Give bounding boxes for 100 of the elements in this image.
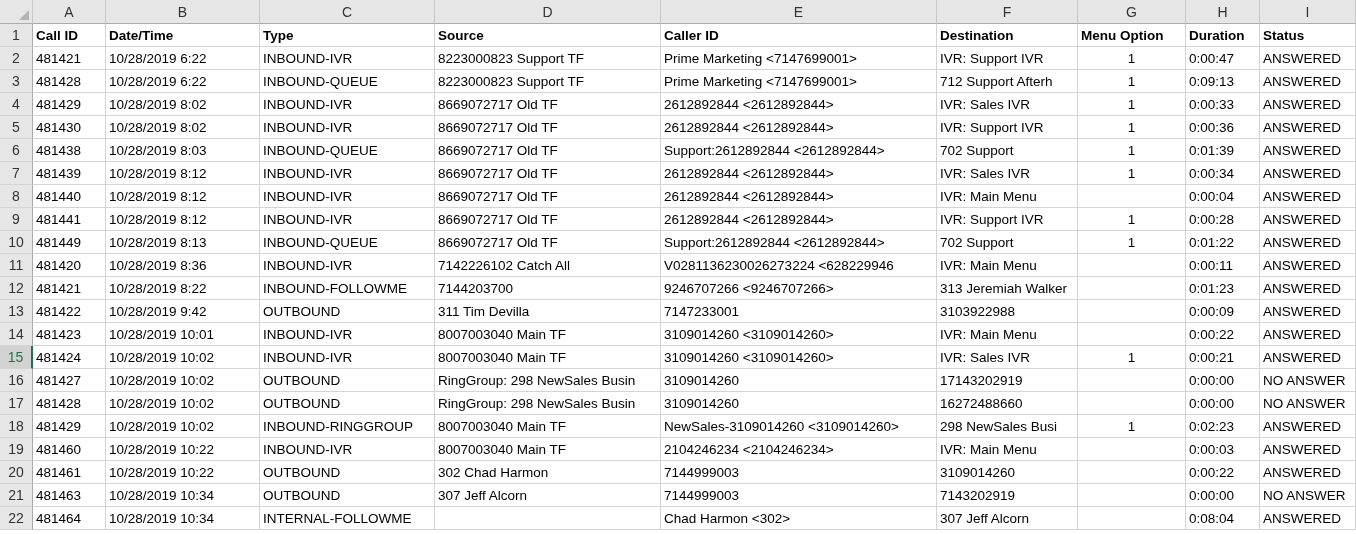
table-cell: IVR: Sales IVR xyxy=(937,93,1078,116)
column-title: Type xyxy=(260,24,435,47)
table-cell: 16272488660 xyxy=(937,392,1078,415)
table-cell: ANSWERED xyxy=(1260,139,1356,162)
column-header[interactable]: D xyxy=(435,0,661,24)
table-cell: ANSWERED xyxy=(1260,300,1356,323)
table-cell: 481422 xyxy=(33,300,106,323)
column-header[interactable]: G xyxy=(1078,0,1186,24)
column-title: Menu Option xyxy=(1078,24,1186,47)
column-header[interactable]: A xyxy=(33,0,106,24)
table-cell: 0:08:04 xyxy=(1186,507,1260,530)
table-cell: 481421 xyxy=(33,47,106,70)
row-header[interactable]: 11 xyxy=(0,254,33,277)
table-cell: ANSWERED xyxy=(1260,461,1356,484)
table-cell: ANSWERED xyxy=(1260,47,1356,70)
row-header[interactable]: 13 xyxy=(0,300,33,323)
row-header[interactable]: 4 xyxy=(0,93,33,116)
table-cell: 10/28/2019 8:22 xyxy=(106,277,260,300)
row-header[interactable]: 3 xyxy=(0,70,33,93)
table-cell: 0:00:22 xyxy=(1186,461,1260,484)
row-header[interactable]: 1 xyxy=(0,24,33,47)
table-cell: 10/28/2019 6:22 xyxy=(106,70,260,93)
row-header[interactable]: 15 xyxy=(0,346,33,369)
column-header[interactable]: H xyxy=(1186,0,1260,24)
table-cell: INBOUND-IVR xyxy=(260,208,435,231)
row-header[interactable]: 2 xyxy=(0,47,33,70)
row-header[interactable]: 22 xyxy=(0,507,33,530)
table-cell: INBOUND-QUEUE xyxy=(260,231,435,254)
table-cell: INBOUND-IVR xyxy=(260,47,435,70)
table-cell: 1 xyxy=(1078,47,1186,70)
table-cell: IVR: Main Menu xyxy=(937,323,1078,346)
row-header[interactable]: 10 xyxy=(0,231,33,254)
table-cell: 10/28/2019 9:42 xyxy=(106,300,260,323)
table-cell: 1 xyxy=(1078,93,1186,116)
table-cell: ANSWERED xyxy=(1260,507,1356,530)
row-header[interactable]: 6 xyxy=(0,139,33,162)
row-header[interactable]: 9 xyxy=(0,208,33,231)
table-cell: 8669072717 Old TF xyxy=(435,139,661,162)
row-header[interactable]: 8 xyxy=(0,185,33,208)
table-cell: 481439 xyxy=(33,162,106,185)
row-header[interactable]: 7 xyxy=(0,162,33,185)
table-cell: 8007003040 Main TF xyxy=(435,346,661,369)
row-header[interactable]: 19 xyxy=(0,438,33,461)
table-cell: ANSWERED xyxy=(1260,70,1356,93)
column-header[interactable]: B xyxy=(106,0,260,24)
table-cell: OUTBOUND xyxy=(260,392,435,415)
table-cell: 10/28/2019 8:02 xyxy=(106,93,260,116)
table-cell: 8007003040 Main TF xyxy=(435,323,661,346)
row-header[interactable]: 21 xyxy=(0,484,33,507)
row-header[interactable]: 14 xyxy=(0,323,33,346)
table-cell: 10/28/2019 10:01 xyxy=(106,323,260,346)
table-cell: 8007003040 Main TF xyxy=(435,438,661,461)
table-cell: 10/28/2019 10:22 xyxy=(106,438,260,461)
table-cell: 10/28/2019 10:34 xyxy=(106,507,260,530)
table-cell: 481460 xyxy=(33,438,106,461)
table-cell: ANSWERED xyxy=(1260,438,1356,461)
table-cell: 2104246234 <2104246234> xyxy=(661,438,937,461)
table-cell: 8669072717 Old TF xyxy=(435,185,661,208)
table-cell: 0:01:39 xyxy=(1186,139,1260,162)
table-cell: OUTBOUND xyxy=(260,300,435,323)
row-header[interactable]: 16 xyxy=(0,369,33,392)
table-cell: 10/28/2019 10:22 xyxy=(106,461,260,484)
select-all-button[interactable] xyxy=(0,0,33,24)
column-title: Destination xyxy=(937,24,1078,47)
table-cell: 0:00:47 xyxy=(1186,47,1260,70)
table-cell: 10/28/2019 8:12 xyxy=(106,185,260,208)
table-cell: 0:00:00 xyxy=(1186,369,1260,392)
table-cell: ANSWERED xyxy=(1260,323,1356,346)
table-cell: 481449 xyxy=(33,231,106,254)
column-header[interactable]: C xyxy=(260,0,435,24)
table-cell: INBOUND-IVR xyxy=(260,323,435,346)
table-cell: 3103922988 xyxy=(937,300,1078,323)
table-cell: 0:01:23 xyxy=(1186,277,1260,300)
table-cell: INBOUND-IVR xyxy=(260,116,435,139)
table-cell: 10/28/2019 8:12 xyxy=(106,162,260,185)
column-header[interactable]: F xyxy=(937,0,1078,24)
row-header[interactable]: 5 xyxy=(0,116,33,139)
table-cell: 2612892844 <2612892844> xyxy=(661,93,937,116)
table-cell: 481440 xyxy=(33,185,106,208)
table-cell: 0:00:00 xyxy=(1186,484,1260,507)
table-cell: 9246707266 <9246707266> xyxy=(661,277,937,300)
column-header[interactable]: I xyxy=(1260,0,1356,24)
table-cell: 1 xyxy=(1078,162,1186,185)
table-cell: 8669072717 Old TF xyxy=(435,231,661,254)
table-cell: 7144203700 xyxy=(435,277,661,300)
table-cell: 481463 xyxy=(33,484,106,507)
table-cell: 481428 xyxy=(33,70,106,93)
table-cell: 307 Jeff Alcorn xyxy=(937,507,1078,530)
table-cell: 3109014260 xyxy=(661,369,937,392)
column-header[interactable]: E xyxy=(661,0,937,24)
row-header[interactable]: 17 xyxy=(0,392,33,415)
row-header[interactable]: 20 xyxy=(0,461,33,484)
table-cell: 10/28/2019 8:12 xyxy=(106,208,260,231)
table-cell: IVR: Sales IVR xyxy=(937,346,1078,369)
row-header[interactable]: 12 xyxy=(0,277,33,300)
table-cell: 10/28/2019 8:03 xyxy=(106,139,260,162)
table-cell: 0:00:36 xyxy=(1186,116,1260,139)
table-cell: RingGroup: 298 NewSales Busin xyxy=(435,392,661,415)
table-cell: IVR: Support IVR xyxy=(937,208,1078,231)
row-header[interactable]: 18 xyxy=(0,415,33,438)
